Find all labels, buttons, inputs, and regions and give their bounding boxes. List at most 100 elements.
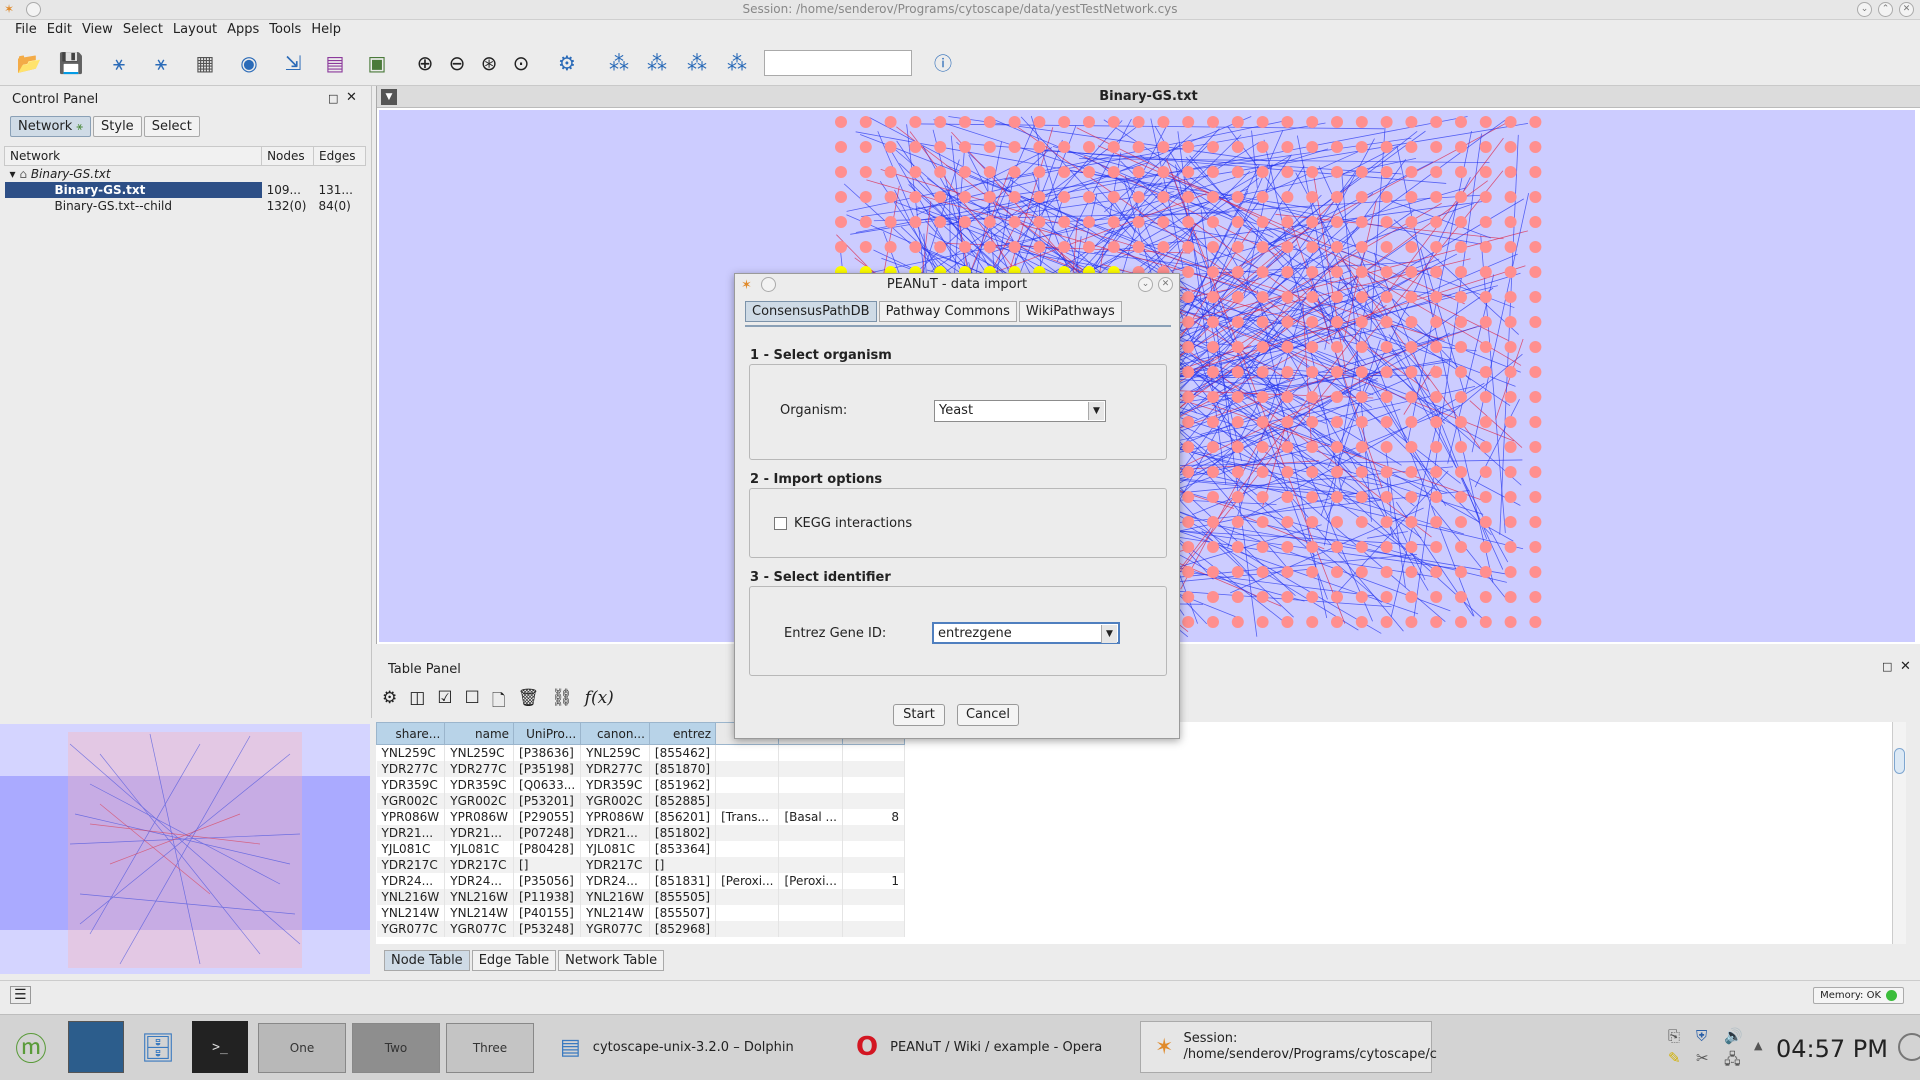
task-history-icon[interactable]: ☰: [10, 986, 31, 1004]
new-network-from-selection-icon[interactable]: ⁂: [722, 48, 752, 78]
identifier-select[interactable]: entrezgene ▼: [932, 622, 1120, 644]
tab-select[interactable]: Select: [143, 116, 200, 137]
table-cell[interactable]: YPR086W: [444, 808, 515, 825]
export-table-icon[interactable]: ▤: [320, 48, 350, 78]
table-cell[interactable]: YDR217C: [580, 856, 650, 873]
col-shared-name[interactable]: share...: [376, 722, 446, 745]
table-row[interactable]: YGR002C YGR002C [P53201] YGR002C [852885]: [376, 792, 905, 809]
logout-icon[interactable]: [1898, 1033, 1920, 1061]
menu-apps[interactable]: Apps: [222, 20, 264, 40]
table-cell[interactable]: [Basal ...: [778, 808, 843, 825]
table-cell[interactable]: YDR24...: [444, 872, 515, 889]
col-entrez[interactable]: entrez: [648, 722, 717, 745]
clipboard-tray-icon[interactable]: ⎘: [1668, 1027, 1692, 1045]
table-cell[interactable]: YNL216W: [376, 888, 446, 905]
table-cell[interactable]: YNL214W: [580, 904, 650, 921]
table-cell[interactable]: [842, 744, 905, 761]
tab-pathway-commons[interactable]: Pathway Commons: [878, 301, 1017, 322]
table-cell[interactable]: [715, 824, 780, 841]
table-cell[interactable]: [778, 904, 843, 921]
table-cell[interactable]: [842, 920, 905, 937]
table-cell[interactable]: 8: [842, 808, 905, 825]
show-columns-icon[interactable]: ◫: [409, 688, 425, 717]
network-tray-icon[interactable]: 🖧: [1724, 1049, 1748, 1074]
zoom-selected-icon[interactable]: ⊙: [506, 48, 536, 78]
expand-icon[interactable]: ▾: [10, 167, 16, 181]
table-cell[interactable]: [P07248]: [513, 824, 582, 841]
export-network-icon[interactable]: ⇲: [278, 48, 308, 78]
deselect-columns-icon[interactable]: ☐: [465, 688, 480, 717]
table-cell[interactable]: YNL259C: [444, 744, 515, 761]
menu-view[interactable]: View: [77, 20, 118, 40]
col-edges[interactable]: Edges: [313, 146, 366, 166]
table-cell[interactable]: [778, 776, 843, 793]
volume-tray-icon[interactable]: 🔊: [1724, 1027, 1748, 1045]
table-cell[interactable]: [842, 792, 905, 809]
view-menu-icon[interactable]: ▼: [381, 89, 397, 105]
dialog-menu-icon[interactable]: [761, 277, 776, 292]
table-cell[interactable]: YJL081C: [580, 840, 650, 857]
table-cell[interactable]: YGR077C: [444, 920, 515, 937]
terminal-launcher-icon[interactable]: >_: [192, 1021, 248, 1073]
link-table-icon[interactable]: ⛓: [551, 688, 573, 717]
search-input[interactable]: [764, 50, 912, 76]
workspace-three[interactable]: Three: [446, 1023, 534, 1073]
task-opera[interactable]: O PEANuT / Wiki / example - Opera: [856, 1021, 1102, 1073]
workspace-two[interactable]: Two: [352, 1023, 440, 1073]
menu-edit[interactable]: Edit: [42, 20, 77, 40]
table-cell[interactable]: [778, 792, 843, 809]
table-cell[interactable]: [P29055]: [513, 808, 582, 825]
table-cell[interactable]: YDR24...: [580, 872, 650, 889]
table-settings-icon[interactable]: ⚙: [382, 688, 397, 717]
security-tray-icon[interactable]: ⛨: [1696, 1027, 1720, 1045]
float-table-panel-icon[interactable]: □: [1882, 660, 1892, 673]
close-table-panel-icon[interactable]: ✕: [1900, 659, 1911, 674]
table-cell[interactable]: [778, 760, 843, 777]
col-network[interactable]: Network: [3, 146, 263, 166]
table-cell[interactable]: YDR359C: [580, 776, 650, 793]
table-cell[interactable]: YDR217C: [444, 856, 515, 873]
table-cell[interactable]: [778, 744, 843, 761]
table-cell[interactable]: [Trans...: [715, 808, 780, 825]
table-cell[interactable]: YDR359C: [444, 776, 515, 793]
table-cell[interactable]: [842, 824, 905, 841]
show-all-icon[interactable]: ⁂: [682, 48, 712, 78]
tab-network-table[interactable]: Network Table: [558, 950, 665, 971]
menu-file[interactable]: File: [10, 20, 42, 40]
scroll-thumb[interactable]: [1894, 748, 1905, 774]
export-image-icon[interactable]: ▣: [362, 48, 392, 78]
network-overview[interactable]: [0, 724, 370, 974]
zoom-fit-icon[interactable]: ⊛: [474, 48, 504, 78]
memory-indicator[interactable]: Memory: OK: [1813, 987, 1904, 1004]
table-cell[interactable]: [842, 856, 905, 873]
workspace-one[interactable]: One: [258, 1023, 346, 1073]
table-cell[interactable]: [P53201]: [513, 792, 582, 809]
table-cell[interactable]: [715, 760, 780, 777]
table-row[interactable]: YDR359C YDR359C [Q0633... YDR359C [851962]: [376, 776, 905, 793]
dialog-minimize-icon[interactable]: ⌄: [1138, 277, 1153, 292]
table-cell[interactable]: YJL081C: [376, 840, 446, 857]
close-panel-icon[interactable]: ✕: [346, 90, 357, 105]
minimize-icon[interactable]: ⌄: [1857, 2, 1872, 17]
notes-tray-icon[interactable]: ✎: [1668, 1049, 1692, 1074]
tab-consensuspathdb[interactable]: ConsensusPathDB: [745, 301, 877, 322]
devices-tray-icon[interactable]: ✂: [1696, 1049, 1720, 1074]
table-row[interactable]: YNL216W YNL216W [P11938] YNL216W [855505]: [376, 888, 905, 905]
float-panel-icon[interactable]: □: [328, 92, 338, 105]
table-cell[interactable]: [855505]: [649, 888, 717, 905]
table-cell[interactable]: YNL259C: [580, 744, 650, 761]
col-nodes[interactable]: Nodes: [261, 146, 315, 166]
tab-network[interactable]: Network ⚹: [10, 116, 92, 137]
zoom-in-icon[interactable]: ⊕: [410, 48, 440, 78]
col-name[interactable]: name: [444, 722, 515, 745]
table-cell[interactable]: [P40155]: [513, 904, 582, 921]
table-cell[interactable]: YDR277C: [376, 760, 446, 777]
help-icon[interactable]: ⓘ: [928, 48, 958, 78]
import-table-file-icon[interactable]: ▦: [190, 48, 220, 78]
table-cell[interactable]: [852968]: [649, 920, 717, 937]
table-cell[interactable]: [842, 840, 905, 857]
table-cell[interactable]: YGR077C: [580, 920, 650, 937]
import-table-url-icon[interactable]: ◉: [234, 48, 264, 78]
table-row[interactable]: YDR21... YDR21... [P07248] YDR21... [851802]: [376, 824, 905, 841]
table-cell[interactable]: YDR24...: [376, 872, 446, 889]
